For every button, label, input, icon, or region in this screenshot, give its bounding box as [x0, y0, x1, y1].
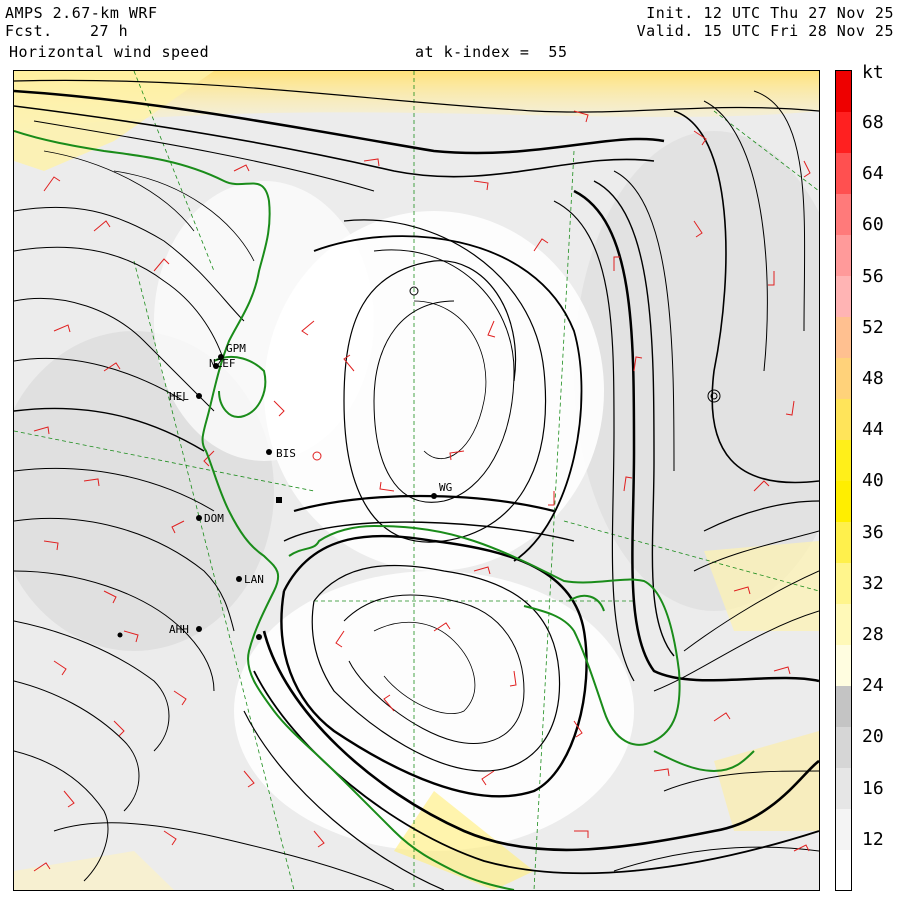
- station-label-gpm: GPM: [226, 342, 246, 355]
- colorbar-cell: [836, 521, 851, 563]
- colorbar-cell: [836, 562, 851, 604]
- model-title: AMPS 2.67-km WRF: [5, 4, 158, 22]
- speed-shading: [14, 71, 819, 890]
- station-dot-bis: [266, 449, 272, 455]
- colorbar-cell: [836, 234, 851, 277]
- init-time: Init. 12 UTC Thu 27 Nov 25: [646, 4, 894, 22]
- colorbar-tick-label: 60: [862, 214, 884, 236]
- colorbar-cell: [836, 152, 851, 195]
- valid-time: Valid. 15 UTC Fri 28 Nov 25: [636, 22, 894, 40]
- colorbar-tick-label: 32: [862, 572, 884, 594]
- colorbar-tick-label: 44: [862, 419, 884, 441]
- colorbar-tick-label: 36: [862, 521, 884, 543]
- station-dot-west: [117, 632, 123, 638]
- colorbar-cell: [836, 644, 851, 686]
- level-label: at k-index = 55: [415, 43, 568, 61]
- colorbar-tick-label: 20: [862, 726, 884, 748]
- colorbar-cell: [836, 808, 851, 850]
- colorbar-tick-label: 68: [862, 112, 884, 133]
- colorbar-tick-label: 48: [862, 368, 884, 389]
- station-dot-hel: [196, 393, 202, 399]
- colorbar-tick-label: 56: [862, 265, 884, 287]
- colorbar-cell: [836, 71, 851, 113]
- map-canvas: GPM NZEF HEL BIS WG DOM LAN AHH: [14, 71, 819, 890]
- colorbar-cell: [836, 111, 851, 154]
- colorbar-cell: [836, 275, 851, 318]
- colorbar-cell: [836, 439, 851, 481]
- colorbar-cell: [836, 357, 851, 400]
- colorbar-cell: [836, 193, 851, 236]
- forecast-label: Fcst.: [5, 22, 53, 40]
- colorbar-cell: [836, 480, 851, 522]
- color-scale-bar: [835, 70, 852, 891]
- station-dot-dom: [196, 515, 202, 521]
- colorbar-tick-label: 28: [862, 624, 884, 645]
- station-dot-unlabeled: [276, 497, 282, 503]
- colorbar-tick-label: 52: [862, 316, 884, 338]
- colorbar-cell: [836, 603, 851, 645]
- colorbar-unit: kt: [862, 62, 884, 83]
- colorbar-cell: [836, 316, 851, 359]
- colorbar-cell: [836, 726, 851, 768]
- station-dot-wg: [431, 493, 437, 499]
- station-label-wg: WG: [439, 481, 452, 494]
- colorbar-tick-label: 40: [862, 470, 884, 492]
- colorbar-tick-label: 64: [862, 163, 884, 185]
- station-label-hel: HEL: [169, 390, 189, 403]
- colorbar-cell: [836, 767, 851, 809]
- station-label-bis: BIS: [276, 447, 296, 460]
- station-dot-ahh: [196, 626, 202, 632]
- colorbar-tick-label: 16: [862, 777, 884, 799]
- station-label-nz: NZEF: [209, 357, 236, 370]
- station-dot-lan: [236, 576, 242, 582]
- colorbar-tick-label: 12: [862, 828, 884, 850]
- station-label-dom: DOM: [204, 512, 224, 525]
- station-label-ahh: AHH: [169, 623, 189, 636]
- station-label-lan: LAN: [244, 573, 264, 586]
- wind-map: GPM NZEF HEL BIS WG DOM LAN AHH: [13, 70, 820, 891]
- forecast-hours: 27 h: [90, 22, 129, 40]
- colorbar-cell: [836, 849, 851, 891]
- field-name: Horizontal wind speed: [9, 43, 210, 61]
- colorbar-tick-label: 24: [862, 675, 884, 697]
- station-dot-coast: [256, 634, 262, 640]
- colorbar-cell: [836, 685, 851, 727]
- colorbar-cell: [836, 398, 851, 441]
